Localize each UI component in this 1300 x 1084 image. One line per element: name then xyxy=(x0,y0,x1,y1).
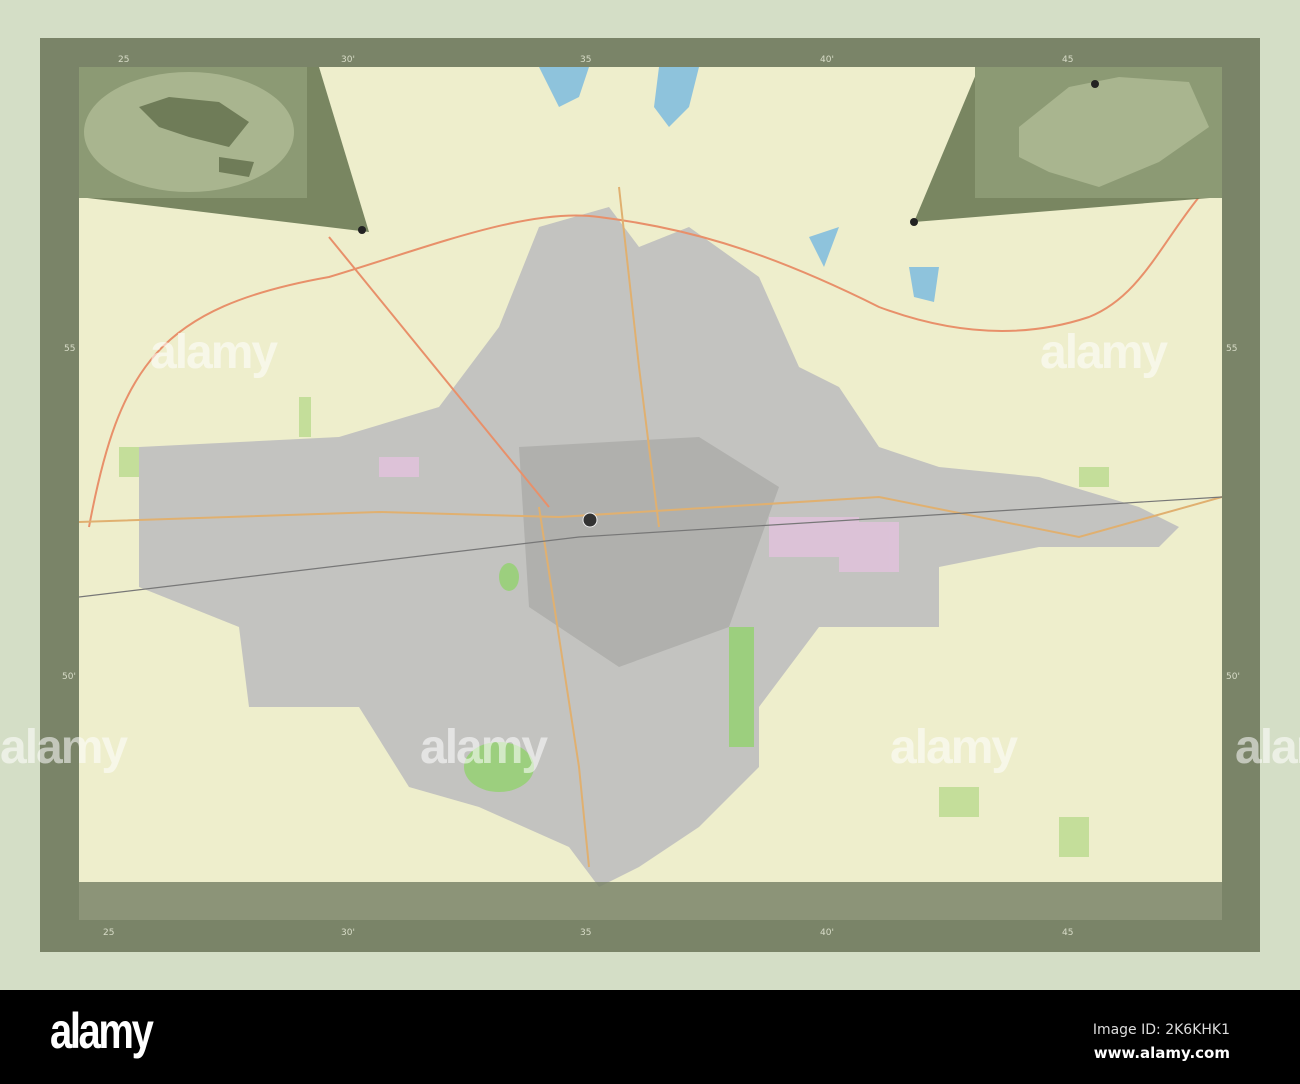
image-id: Image ID: 2K6KHK1 xyxy=(1092,1022,1230,1038)
stock-banner: alamy Image ID: 2K6KHK1 www.alamy.com xyxy=(0,990,1300,1084)
watermark: alamy xyxy=(420,721,548,774)
watermark: alamy xyxy=(1235,721,1300,774)
tick-top: 25 xyxy=(118,55,130,65)
tick-bottom: 25 xyxy=(103,928,115,938)
watermark: alamy xyxy=(150,326,278,379)
location-marker[interactable] xyxy=(582,512,598,528)
tick-left: 50' xyxy=(62,672,76,682)
watermark: alamy xyxy=(0,721,128,774)
alamy-logo[interactable]: alamy xyxy=(50,1002,154,1060)
tick-right: 55 xyxy=(1226,344,1238,354)
tick-top: 35 xyxy=(580,55,592,65)
tick-bottom: 45 xyxy=(1062,928,1074,938)
watermark: alamy xyxy=(1040,326,1168,379)
watermark: alamy xyxy=(890,721,1018,774)
tick-bottom: 40' xyxy=(820,928,834,938)
tick-bottom: 30' xyxy=(341,928,355,938)
tick-bottom: 35 xyxy=(580,928,592,938)
street-map[interactable] xyxy=(79,67,1222,920)
tick-top: 30' xyxy=(341,55,355,65)
tick-right: 50' xyxy=(1226,672,1240,682)
tick-top: 40' xyxy=(820,55,834,65)
tick-top: 45 xyxy=(1062,55,1074,65)
tick-left: 55 xyxy=(64,344,76,354)
site-link[interactable]: www.alamy.com xyxy=(1094,1044,1230,1062)
